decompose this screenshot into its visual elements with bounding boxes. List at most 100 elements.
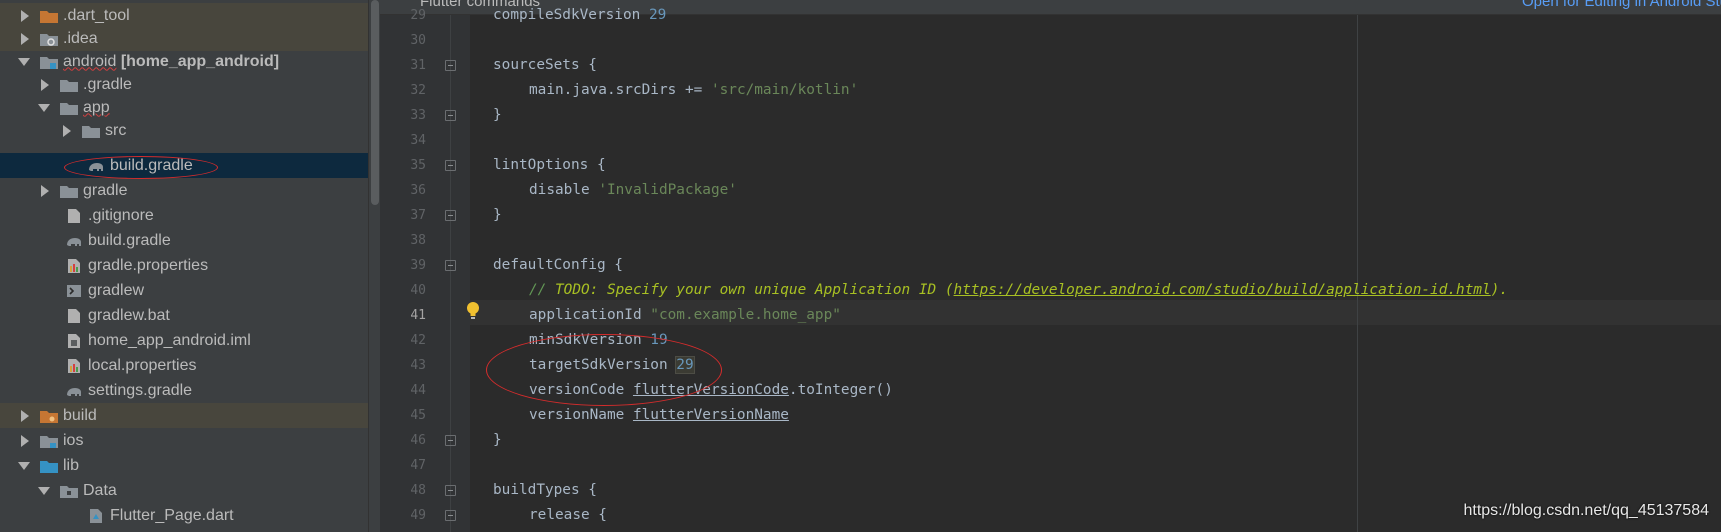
code-line: release {: [529, 507, 607, 523]
expand-arrow-icon[interactable]: [21, 409, 29, 422]
tree-item-ios[interactable]: ios: [0, 428, 368, 453]
code-line: }: [493, 432, 502, 448]
tree-item-idea[interactable]: .idea: [0, 26, 368, 51]
code-line: compileSdkVersion 29: [493, 7, 667, 23]
code-line: }: [493, 207, 502, 223]
code-line: sourceSets {: [493, 57, 597, 73]
tree-item-label: gradlew.bat: [88, 306, 170, 324]
tree-item-app-build-gradle[interactable]: build.gradle: [0, 153, 368, 178]
fold-marker-icon[interactable]: [445, 210, 456, 221]
right-margin-guide: [1357, 14, 1358, 532]
line-number: 32: [410, 83, 426, 98]
tree-item-build[interactable]: build: [0, 403, 368, 428]
tree-item-lib[interactable]: lib: [0, 453, 368, 478]
tree-item-label: .idea: [63, 29, 98, 47]
expand-arrow-icon[interactable]: [21, 434, 29, 447]
tree-item-dot-gradle[interactable]: .gradle: [0, 72, 368, 97]
tree-item-label: gradle.properties: [88, 256, 209, 274]
fold-marker-icon[interactable]: [445, 260, 456, 271]
line-number: 48: [410, 483, 426, 498]
line-number: 33: [410, 108, 426, 123]
project-tree[interactable]: .dart_tool .idea android [home_app_andro…: [0, 0, 380, 532]
source-folder-icon: [40, 460, 58, 473]
line-number: 35: [410, 158, 426, 173]
module-file-icon: [68, 333, 80, 348]
tree-item-iml[interactable]: home_app_android.iml: [0, 328, 368, 353]
tree-item-gradlew-bat[interactable]: gradlew.bat: [0, 303, 368, 328]
line-number: 43: [410, 358, 426, 373]
tree-item-label: gradlew: [88, 281, 145, 299]
watermark-text: https://blog.csdn.net/qq_45137584: [1463, 502, 1709, 519]
tree-item-label: local.properties: [88, 356, 197, 374]
line-number: 49: [410, 508, 426, 523]
collapse-arrow-icon[interactable]: [38, 103, 50, 112]
line-number: 31: [410, 58, 426, 73]
tree-item-settings-gradle[interactable]: settings.gradle: [0, 378, 368, 403]
tree-item-local-properties[interactable]: local.properties: [0, 353, 368, 378]
line-number: 41: [410, 308, 426, 323]
tree-item-label: app: [83, 98, 110, 116]
tree-item-label: lib: [63, 456, 80, 474]
fold-marker-icon[interactable]: [445, 60, 456, 71]
shell-script-icon: [67, 284, 81, 297]
tree-item-label: src: [105, 121, 127, 139]
line-number: 30: [410, 33, 426, 48]
collapse-arrow-icon[interactable]: [38, 486, 50, 495]
properties-file-icon: [68, 258, 80, 273]
tree-item-label: build: [63, 406, 97, 424]
fold-marker-icon[interactable]: [445, 485, 456, 496]
tree-item-label: .gradle: [83, 75, 132, 93]
scrollbar-thumb[interactable]: [371, 0, 379, 205]
tree-item-android[interactable]: android [home_app_android]: [0, 49, 368, 74]
code-line: applicationId "com.example.home_app": [529, 307, 841, 323]
fold-marker-icon[interactable]: [445, 510, 456, 521]
intention-lightbulb-icon[interactable]: [466, 301, 480, 321]
collapse-arrow-icon[interactable]: [18, 57, 30, 66]
folder-icon: [40, 435, 58, 448]
tree-item-gradle-folder[interactable]: gradle: [0, 178, 368, 203]
folder-icon: [82, 125, 100, 138]
tree-item-gradlew[interactable]: gradlew: [0, 278, 368, 303]
fold-marker-icon[interactable]: [445, 110, 456, 121]
module-folder-icon: [40, 56, 58, 69]
tree-item-label: home_app_android.iml: [88, 331, 251, 349]
fold-marker-icon[interactable]: [445, 435, 456, 446]
tree-item-gradle-properties[interactable]: gradle.properties: [0, 253, 368, 278]
tree-item-label: android: [63, 52, 117, 70]
tree-item-gitignore[interactable]: .gitignore: [0, 203, 368, 228]
tree-item-build-gradle[interactable]: build.gradle: [0, 228, 368, 253]
folder-icon: [60, 79, 78, 92]
tree-item-flutter-page-dart[interactable]: Flutter_Page.dart: [0, 503, 368, 528]
expand-arrow-icon[interactable]: [63, 124, 71, 137]
code-line: disable 'InvalidPackage': [529, 182, 737, 198]
line-number: 37: [410, 208, 426, 223]
tree-item-app[interactable]: app: [0, 95, 368, 120]
line-number: 29: [410, 8, 426, 23]
code-line: buildTypes {: [493, 482, 597, 498]
folder-icon: [60, 102, 78, 115]
settings-folder-icon: [40, 33, 58, 46]
tree-item-label: ios: [63, 431, 84, 449]
line-number: 45: [410, 408, 426, 423]
expand-arrow-icon[interactable]: [41, 78, 49, 91]
line-number: 42: [410, 333, 426, 348]
code-line: main.java.srcDirs += 'src/main/kotlin': [529, 82, 859, 98]
line-number: 34: [410, 133, 426, 148]
code-line: versionName flutterVersionName: [529, 407, 789, 423]
open-in-android-studio-link[interactable]: Open for Editing in Android Studio: [1522, 0, 1721, 10]
collapse-arrow-icon[interactable]: [18, 461, 30, 470]
expand-arrow-icon[interactable]: [21, 32, 29, 45]
expand-arrow-icon[interactable]: [21, 9, 29, 22]
tree-item-dart-tool[interactable]: .dart_tool: [0, 3, 368, 28]
text-file-icon: [68, 308, 80, 323]
tree-item-label: settings.gradle: [88, 381, 193, 399]
tree-item-label: gradle: [83, 181, 128, 199]
package-folder-icon: [60, 485, 78, 498]
expand-arrow-icon[interactable]: [41, 184, 49, 197]
fold-marker-icon[interactable]: [445, 160, 456, 171]
code-editor[interactable]: Flutter commands Open for Editing in And…: [380, 0, 1721, 532]
tree-item-data[interactable]: Data: [0, 478, 368, 503]
gradle-elephant-icon: [67, 387, 81, 396]
tree-item-src[interactable]: src: [0, 118, 368, 143]
tree-scrollbar[interactable]: [368, 0, 380, 532]
